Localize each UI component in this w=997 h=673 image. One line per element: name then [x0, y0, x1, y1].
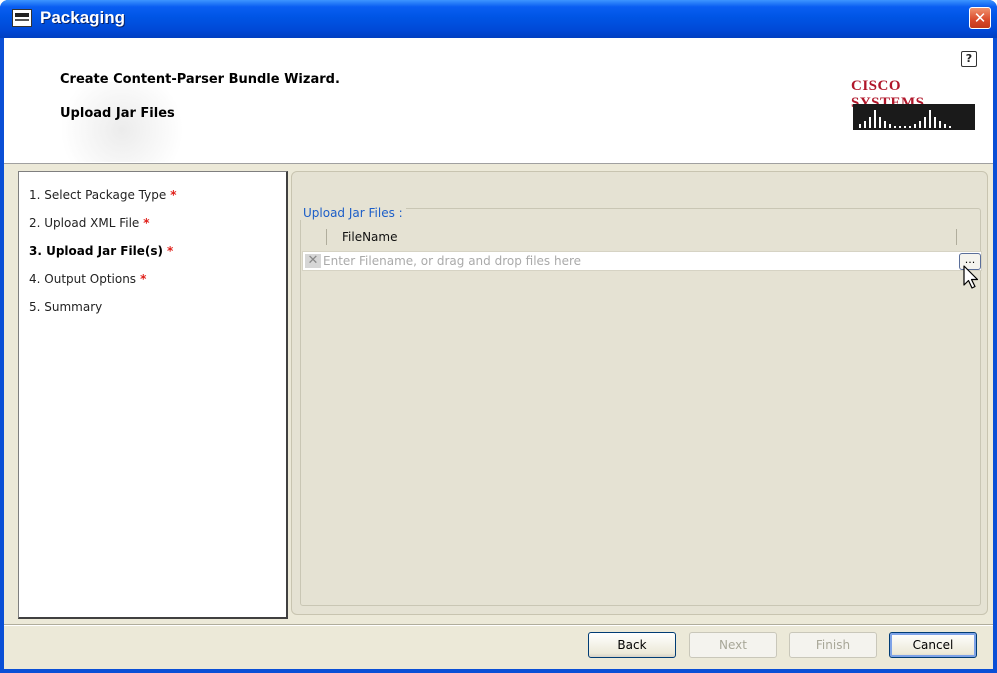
- wizard-title: Create Content-Parser Bundle Wizard.: [60, 72, 340, 87]
- dialog-client: Create Content-Parser Bundle Wizard. Upl…: [4, 38, 993, 669]
- cisco-logo: CISCO SYSTEMS: [851, 78, 977, 134]
- watermark-icon: [32, 82, 182, 162]
- remove-icon[interactable]: ✕: [305, 254, 321, 268]
- file-table-header: FileName: [306, 229, 982, 247]
- required-marker: *: [140, 272, 147, 286]
- step-label: 3. Upload Jar File(s): [29, 244, 163, 258]
- next-button[interactable]: Next: [689, 632, 777, 658]
- footer-divider-highlight: [4, 625, 993, 626]
- required-marker: *: [170, 188, 177, 202]
- logo-bars-icon: [853, 104, 975, 130]
- step-label: 4. Output Options: [29, 272, 137, 286]
- step-item-upload-jar-files[interactable]: 3. Upload Jar File(s) *: [29, 244, 173, 258]
- help-icon[interactable]: ?: [961, 51, 977, 67]
- upload-group-label: Upload Jar Files :: [300, 206, 406, 220]
- step-label: 1. Select Package Type: [29, 188, 167, 202]
- title-bar: Packaging ✕: [0, 0, 997, 38]
- step-item-upload-xml-file[interactable]: 2. Upload XML File *: [29, 216, 150, 230]
- step-item-output-options[interactable]: 4. Output Options *: [29, 272, 146, 286]
- required-marker: *: [143, 216, 150, 230]
- steps-panel: 1. Select Package Type * 2. Upload XML Fi…: [18, 171, 288, 619]
- filename-input[interactable]: [323, 253, 943, 269]
- app-icon: [12, 9, 32, 27]
- window-title: Packaging: [40, 8, 126, 27]
- column-header-filename[interactable]: FileName: [342, 230, 397, 244]
- cancel-button[interactable]: Cancel: [889, 632, 977, 658]
- step-label: 2. Upload XML File: [29, 216, 140, 230]
- step-item-select-package-type[interactable]: 1. Select Package Type *: [29, 188, 177, 202]
- column-divider[interactable]: [956, 229, 957, 245]
- window-bottom-border: [0, 669, 997, 673]
- step-title: Upload Jar Files: [60, 106, 175, 121]
- wizard-header: Create Content-Parser Bundle Wizard. Upl…: [4, 38, 993, 164]
- file-row: ✕ ...: [302, 251, 982, 271]
- close-button[interactable]: ✕: [969, 7, 991, 29]
- finish-button[interactable]: Finish: [789, 632, 877, 658]
- step-label: 5. Summary: [29, 300, 103, 314]
- wizard-window: Packaging ✕ Create Content-Parser Bundle…: [0, 0, 997, 673]
- required-marker: *: [166, 244, 174, 258]
- cursor-icon: [963, 265, 979, 289]
- content-panel: Upload Jar Files : FileName ✕ ...: [291, 171, 988, 615]
- step-item-summary[interactable]: 5. Summary: [29, 300, 102, 314]
- column-divider[interactable]: [326, 229, 327, 245]
- back-button[interactable]: Back: [588, 632, 676, 658]
